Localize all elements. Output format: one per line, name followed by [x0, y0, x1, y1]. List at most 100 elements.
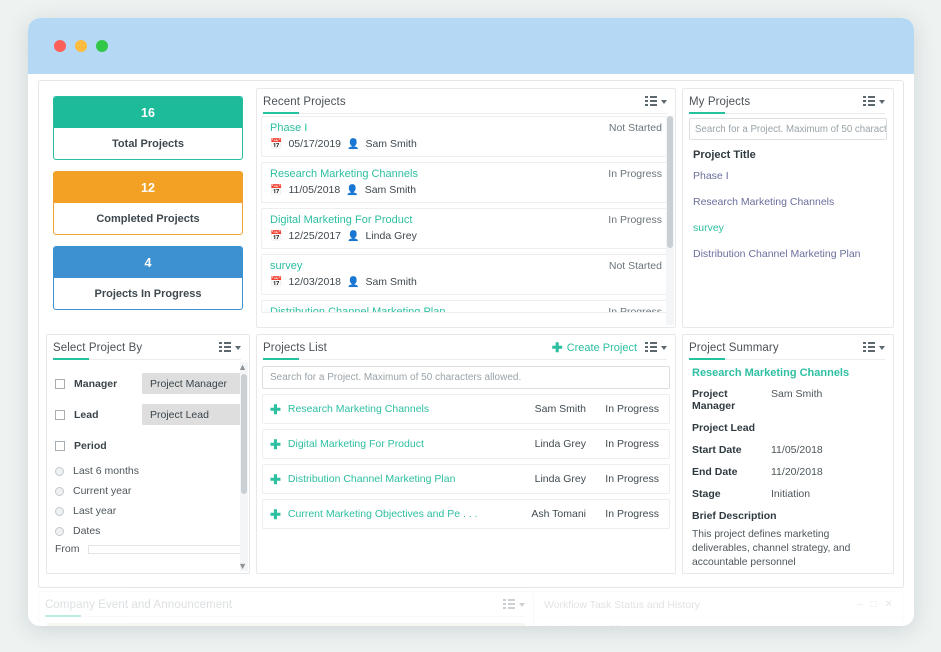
my-project-item[interactable]: Phase I — [683, 163, 893, 189]
project-lead-select[interactable]: Project Lead — [142, 404, 241, 425]
select-project-by-header: Select Project By — [47, 335, 249, 360]
scroll-down-arrow[interactable]: ▼ — [238, 561, 247, 571]
radio-row[interactable]: Last 6 months — [47, 461, 249, 481]
expand-icon[interactable]: ✚ — [270, 508, 281, 521]
minimize-icon[interactable]: – — [857, 599, 863, 610]
restore-icon[interactable]: □ — [871, 599, 877, 610]
close-icon[interactable]: ✕ — [885, 599, 893, 610]
select-project-by-scrollbar[interactable] — [240, 362, 248, 571]
summary-field-row: End Date 11/20/2018 — [692, 466, 884, 478]
expand-icon[interactable]: ✚ — [270, 473, 281, 486]
projects-list-row[interactable]: ✚ Current Marketing Objectives and Pe . … — [262, 499, 670, 529]
chevron-down-icon[interactable] — [235, 345, 241, 350]
brief-description-label: Brief Description — [692, 510, 777, 522]
stat-card-completed-projects[interactable]: 12 Completed Projects — [53, 171, 243, 235]
project-name-link[interactable]: Distribution Channel Marketing Plan — [270, 306, 445, 312]
expand-icon[interactable]: ✚ — [270, 403, 281, 416]
project-name-link[interactable]: Distribution Channel Marketing Plan — [288, 473, 456, 485]
radio-last-6-months[interactable] — [55, 466, 64, 476]
my-projects-search-input[interactable]: Search for a Project. Maximum of 50 char… — [689, 118, 887, 140]
from-date-row: From — [47, 541, 249, 555]
company-event-panel: Company Event and Announcement 🔔 Facilit… — [38, 591, 534, 626]
project-stats-panel: 16 Total Projects 12 Completed Projects … — [46, 88, 250, 328]
list-view-icon[interactable] — [503, 599, 515, 610]
panel-menu[interactable] — [863, 96, 885, 107]
list-view-icon[interactable] — [219, 342, 231, 353]
my-project-item[interactable]: Research Marketing Channels — [683, 189, 893, 215]
header-accent — [45, 614, 81, 617]
manager-checkbox[interactable] — [55, 378, 65, 389]
radio-last-year[interactable] — [55, 506, 64, 516]
chevron-down-icon[interactable] — [879, 99, 885, 104]
project-name-link[interactable]: Phase I — [270, 122, 307, 134]
project-status: In Progress — [608, 306, 662, 313]
panel-title: Recent Projects — [263, 95, 346, 108]
my-project-item[interactable]: survey — [683, 215, 893, 241]
radio-row[interactable]: Current year — [47, 481, 249, 501]
panel-menu[interactable] — [863, 342, 885, 353]
project-name-link[interactable]: Current Marketing Objectives and Pe . . … — [288, 508, 478, 520]
summary-field-value: 11/05/2018 — [771, 444, 823, 456]
my-project-item[interactable]: Distribution Channel Marketing Plan — [683, 241, 893, 267]
list-view-icon[interactable] — [645, 96, 657, 107]
project-summary-scrollbar[interactable] — [892, 362, 893, 571]
chevron-down-icon[interactable] — [661, 345, 667, 350]
list-view-icon[interactable] — [645, 342, 657, 353]
projects-list-row[interactable]: ✚ Research Marketing Channels Sam Smith … — [262, 394, 670, 424]
recent-project-item[interactable]: survey Not Started 📅 12/03/2018 👤 Sam Sm… — [261, 254, 671, 295]
workflow-task-panel: Workflow Task Status and History – □ ✕ T… — [534, 591, 904, 626]
radio-row[interactable]: Last year — [47, 501, 249, 521]
project-name-link[interactable]: Digital Marketing For Product — [270, 214, 412, 226]
chevron-down-icon[interactable] — [879, 345, 885, 350]
tab-history[interactable]: History — [611, 624, 641, 626]
recent-project-item[interactable]: Distribution Channel Marketing Plan In P… — [261, 300, 671, 313]
project-name-link[interactable]: Research Marketing Channels — [288, 403, 429, 415]
scroll-up-arrow[interactable]: ▲ — [238, 362, 247, 372]
radio-label: Dates — [73, 525, 101, 537]
announcement-item[interactable]: 🔔 Facilities Administration - Maintenanc… — [47, 623, 525, 626]
recent-projects-scrollbar[interactable] — [666, 116, 674, 325]
create-project-button[interactable]: ✚ Create Project — [552, 341, 637, 354]
stat-value: 16 — [54, 97, 242, 128]
tab-task-status[interactable]: Task Status — [546, 624, 595, 626]
stat-card-total-projects[interactable]: 16 Total Projects — [53, 96, 243, 160]
list-view-icon[interactable] — [863, 342, 875, 353]
panel-menu[interactable] — [503, 599, 525, 610]
recent-project-item[interactable]: Phase I Not Started 📅 05/17/2019 👤 Sam S… — [261, 116, 671, 157]
panel-title: My Projects — [689, 95, 751, 108]
window-maximize-dot[interactable] — [96, 40, 108, 52]
project-status: In Progress — [608, 214, 662, 226]
list-view-icon[interactable] — [863, 96, 875, 107]
projects-list-row[interactable]: ✚ Digital Marketing For Product Linda Gr… — [262, 429, 670, 459]
lead-label: Lead — [74, 408, 99, 421]
chevron-down-icon[interactable] — [519, 602, 525, 607]
radio-row[interactable]: Dates — [47, 521, 249, 541]
stat-label: Projects In Progress — [94, 287, 202, 300]
filter-row-manager: Manager Project Manager — [47, 368, 249, 399]
panel-title: Select Project By — [53, 341, 143, 354]
expand-icon[interactable]: ✚ — [270, 438, 281, 451]
window-close-dot[interactable] — [54, 40, 66, 52]
from-label: From — [55, 543, 80, 555]
project-name-link[interactable]: survey — [270, 260, 302, 272]
recent-projects-body: Phase I Not Started 📅 05/17/2019 👤 Sam S… — [257, 114, 675, 327]
project-manager-select[interactable]: Project Manager — [142, 373, 241, 394]
project-name-link[interactable]: Research Marketing Channels — [270, 168, 418, 180]
radio-label: Last 6 months — [73, 465, 139, 477]
radio-current-year[interactable] — [55, 486, 64, 496]
radio-dates[interactable] — [55, 526, 64, 536]
from-date-input[interactable] — [87, 544, 241, 554]
projects-list-search-input[interactable]: Search for a Project. Maximum of 50 char… — [262, 366, 670, 389]
period-checkbox[interactable] — [55, 440, 65, 451]
recent-project-item[interactable]: Digital Marketing For Product In Progres… — [261, 208, 671, 249]
panel-menu[interactable] — [219, 342, 241, 353]
panel-menu[interactable] — [645, 96, 667, 107]
chevron-down-icon[interactable] — [661, 99, 667, 104]
projects-list-row[interactable]: ✚ Distribution Channel Marketing Plan Li… — [262, 464, 670, 494]
project-name-link[interactable]: Digital Marketing For Product — [288, 438, 424, 450]
lead-checkbox[interactable] — [55, 409, 65, 420]
stat-card-in-progress-projects[interactable]: 4 Projects In Progress — [53, 246, 243, 310]
window-minimize-dot[interactable] — [75, 40, 87, 52]
recent-project-item[interactable]: Research Marketing Channels In Progress … — [261, 162, 671, 203]
project-owner: Linda Grey — [534, 473, 586, 485]
